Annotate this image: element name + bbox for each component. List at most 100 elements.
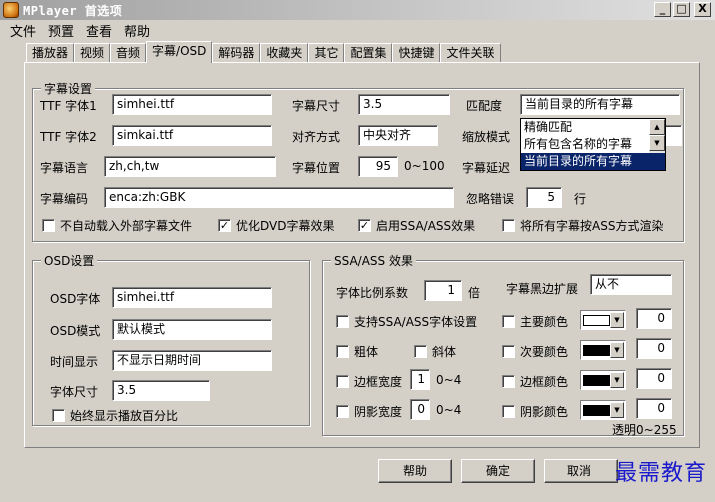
menu-presets[interactable]: 预置 <box>42 21 80 40</box>
tab-audio[interactable]: 音频 <box>110 43 147 63</box>
subtitle-size-field[interactable]: 3.5 <box>358 94 450 115</box>
shadow-color-checkbox[interactable]: 阴影颜色 <box>502 403 568 420</box>
secondary-color-checkbox[interactable]: 次要颜色 <box>502 343 568 360</box>
black-border-label: 字幕黑边扩展 <box>506 282 579 296</box>
primary-alpha-field[interactable]: 0 <box>636 308 672 329</box>
border-width-field[interactable]: 1 <box>410 369 430 390</box>
border-color-picker[interactable]: ▼ <box>580 370 626 390</box>
border-color-checkbox[interactable]: 边框颜色 <box>502 373 568 390</box>
bold-box[interactable] <box>336 345 349 358</box>
secondary-color-box[interactable] <box>502 345 515 358</box>
match-combobox[interactable]: 当前目录的所有字幕 <box>520 94 680 115</box>
scroll-down-icon[interactable]: ▼ <box>649 135 665 151</box>
chevron-down-icon[interactable]: ▼ <box>610 372 624 388</box>
chevron-down-icon[interactable]: ▼ <box>610 402 624 418</box>
border-alpha-field[interactable]: 0 <box>636 368 672 389</box>
menu-view[interactable]: 查看 <box>80 21 118 40</box>
shadow-width-label: 阴影宽度 <box>354 405 403 419</box>
match-label: 匹配度 <box>466 99 503 113</box>
subtitle-encoding-field[interactable]: enca:zh:GBK <box>104 187 454 208</box>
no-autoload-label: 不自动载入外部字幕文件 <box>60 219 193 233</box>
time-display-field[interactable]: 不显示日期时间 <box>112 350 272 371</box>
ignore-errors-field[interactable]: 5 <box>526 187 562 208</box>
match-option-exact[interactable]: 精确匹配 <box>521 119 649 136</box>
shadow-width-field[interactable]: 0 <box>410 399 430 420</box>
match-option-contains[interactable]: 所有包含名称的字幕 <box>521 136 649 153</box>
dvd-optimize-box[interactable]: ✓ <box>218 219 231 232</box>
cancel-button[interactable]: 取消 <box>544 459 618 483</box>
italic-checkbox[interactable]: 斜体 <box>414 343 456 360</box>
no-autoload-checkbox[interactable]: 不自动载入外部字幕文件 <box>42 217 192 234</box>
dvd-optimize-checkbox[interactable]: ✓ 优化DVD字幕效果 <box>218 217 334 234</box>
black-border-field[interactable]: 从不 <box>590 274 672 295</box>
italic-label: 斜体 <box>432 345 457 359</box>
subtitle-encoding-label: 字幕编码 <box>40 192 89 206</box>
secondary-color-picker[interactable]: ▼ <box>580 340 626 360</box>
ssa-font-setting-box[interactable] <box>336 315 349 328</box>
border-color-swatch <box>583 374 610 386</box>
subtitle-language-label: 字幕语言 <box>40 161 89 175</box>
enable-ssa-checkbox[interactable]: ✓ 启用SSA/ASS效果 <box>358 217 475 234</box>
primary-color-picker[interactable]: ▼ <box>580 310 626 330</box>
ok-button[interactable]: 确定 <box>461 459 535 483</box>
scroll-up-icon[interactable]: ▲ <box>649 119 665 135</box>
shadow-color-box[interactable] <box>502 405 515 418</box>
menu-file[interactable]: 文件 <box>4 21 42 40</box>
menu-help[interactable]: 帮助 <box>118 21 156 40</box>
dropdown-scrollbar[interactable]: ▲ ▼ <box>649 119 665 153</box>
ssa-font-setting-checkbox[interactable]: 支持SSA/ASS字体设置 <box>336 313 477 330</box>
render-ass-checkbox[interactable]: 将所有字幕按ASS方式渲染 <box>502 217 663 234</box>
font-scale-field[interactable]: 1 <box>424 280 462 301</box>
tab-shortcuts[interactable]: 快捷键 <box>392 43 441 63</box>
primary-color-checkbox[interactable]: 主要颜色 <box>502 313 568 330</box>
tab-other[interactable]: 其它 <box>308 43 345 63</box>
tab-subtitle-osd[interactable]: 字幕/OSD <box>146 41 213 63</box>
primary-color-box[interactable] <box>502 315 515 328</box>
subtitle-language-field[interactable]: zh,ch,tw <box>104 156 276 177</box>
border-width-checkbox[interactable]: 边框宽度 <box>336 373 402 390</box>
shadow-alpha-field[interactable]: 0 <box>636 398 672 419</box>
watermark-text: 最需教育 <box>614 461 707 486</box>
shadow-width-checkbox[interactable]: 阴影宽度 <box>336 403 402 420</box>
shadow-color-picker[interactable]: ▼ <box>580 400 626 420</box>
osd-size-field[interactable]: 3.5 <box>112 380 210 401</box>
tab-video[interactable]: 视频 <box>74 43 111 63</box>
italic-box[interactable] <box>414 345 427 358</box>
subtitle-position-field[interactable]: 95 <box>358 156 398 177</box>
maximize-button[interactable]: □ <box>673 2 690 17</box>
bold-checkbox[interactable]: 粗体 <box>336 343 378 360</box>
subtitle-group-title: 字幕设置 <box>41 80 96 97</box>
scale-mode-field[interactable] <box>664 125 682 146</box>
time-display-label: 时间显示 <box>50 355 99 369</box>
tab-player[interactable]: 播放器 <box>26 43 75 63</box>
osd-mode-field[interactable]: 默认模式 <box>112 319 272 340</box>
enable-ssa-box[interactable]: ✓ <box>358 219 371 232</box>
no-autoload-box[interactable] <box>42 219 55 232</box>
minimize-button[interactable]: _ <box>654 2 671 17</box>
shadow-width-box[interactable] <box>336 405 349 418</box>
chevron-down-icon[interactable]: ▼ <box>610 342 624 358</box>
show-percent-box[interactable] <box>52 409 65 422</box>
subtitle-size-label: 字幕尺寸 <box>292 99 341 113</box>
ttf2-field[interactable]: simkai.ttf <box>112 125 272 146</box>
show-percent-checkbox[interactable]: 始终显示播放百分比 <box>52 407 178 424</box>
close-button[interactable]: X <box>694 2 711 17</box>
match-option-all-in-dir[interactable]: 当前目录的所有字幕 <box>521 153 665 170</box>
render-ass-box[interactable] <box>502 219 515 232</box>
chevron-down-icon[interactable]: ▼ <box>610 312 624 328</box>
ttf1-field[interactable]: simhei.ttf <box>112 94 272 115</box>
border-width-box[interactable] <box>336 375 349 388</box>
help-button[interactable]: 帮助 <box>378 459 452 483</box>
align-field[interactable]: 中央对齐 <box>358 125 438 146</box>
tab-file-associations[interactable]: 文件关联 <box>440 43 501 63</box>
bold-label: 粗体 <box>354 345 379 359</box>
title-bar[interactable]: MPlayer 首选项 _ □ X <box>0 0 715 20</box>
border-color-box[interactable] <box>502 375 515 388</box>
tab-profiles[interactable]: 配置集 <box>344 43 393 63</box>
osd-font-field[interactable]: simhei.ttf <box>112 287 272 308</box>
match-dropdown-list[interactable]: 精确匹配 所有包含名称的字幕 当前目录的所有字幕 ▲ ▼ <box>520 118 666 171</box>
tab-favorites[interactable]: 收藏夹 <box>260 43 309 63</box>
secondary-alpha-field[interactable]: 0 <box>636 338 672 359</box>
ttf2-label: TTF 字体2 <box>40 130 97 144</box>
tab-codecs[interactable]: 解码器 <box>212 43 261 63</box>
